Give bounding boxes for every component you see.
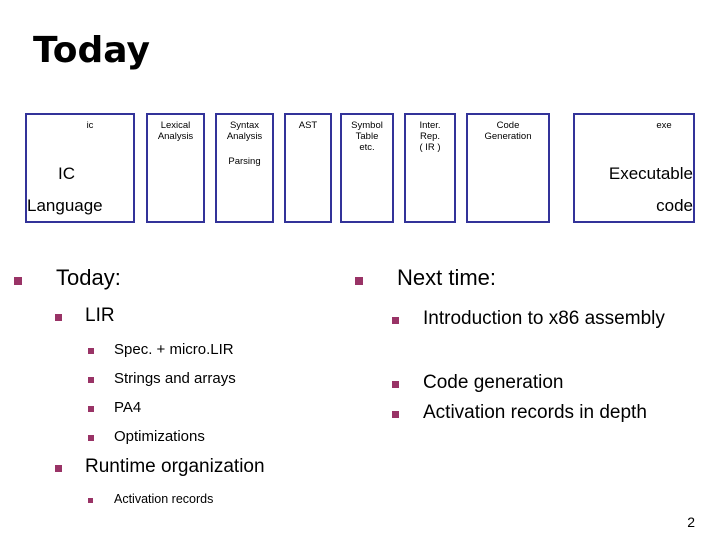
square-bullet-icon	[88, 377, 94, 383]
diagram-label-exe: exe	[656, 120, 672, 131]
left-sub1-item-text: Strings and arrays	[114, 370, 236, 387]
bullet-marker	[88, 406, 114, 412]
left-sub1-item-text: Spec. + micro.LIR	[114, 341, 234, 358]
right-heading-text: Next time:	[397, 265, 497, 290]
left-sub1-text: LIR	[85, 305, 115, 326]
right-item-text: Code generation	[423, 372, 564, 393]
right-item-0: Introduction to x86 assembly	[392, 308, 702, 330]
left-sub2-text: Runtime organization	[85, 456, 265, 477]
left-heading-text: Today:	[56, 265, 121, 290]
diagram-label-lexical-analysis: Lexical Analysis	[157, 120, 194, 142]
bullet-marker	[14, 277, 56, 285]
left-sub1-item-0: Spec. + micro.LIR	[88, 341, 368, 358]
diagram-text-ic: IC	[58, 164, 75, 183]
square-bullet-icon	[392, 317, 399, 324]
bullet-marker	[88, 435, 114, 441]
bullet-marker	[392, 411, 423, 418]
bullet-marker	[392, 381, 423, 388]
square-bullet-icon	[88, 498, 93, 503]
left-sub2-item-text: Activation records	[114, 492, 214, 506]
bullet-marker	[55, 465, 85, 472]
square-bullet-icon	[88, 435, 94, 441]
bullet-marker	[392, 317, 423, 324]
square-bullet-icon	[88, 348, 94, 354]
right-heading-row: Next time:	[355, 265, 685, 291]
diagram-label-source: ic	[86, 120, 94, 131]
left-sub1-item-2: PA4	[88, 399, 368, 416]
right-item-2: Activation records in depth	[392, 402, 702, 424]
left-sub1-row: LIR	[55, 305, 335, 327]
right-item-1: Code generation	[392, 372, 702, 394]
left-sub1-item-text: PA4	[114, 399, 142, 416]
right-item-text: Activation records in depth	[423, 402, 647, 423]
diagram-label-code-generation: Code Generation	[484, 120, 532, 142]
square-bullet-icon	[55, 314, 62, 321]
square-bullet-icon	[88, 406, 94, 412]
page-title: Today	[33, 30, 150, 71]
left-sub1-item-1: Strings and arrays	[88, 370, 368, 387]
diagram-label-syntax-analysis: Syntax Analysis	[226, 120, 263, 142]
diagram-label-intermediate-rep: Inter. Rep. ( IR )	[419, 120, 441, 153]
left-heading-row: Today:	[14, 265, 314, 291]
diagram-text-code: code	[656, 196, 693, 215]
slide: Today ic IC Language Lexical Analysis Sy…	[0, 0, 720, 540]
compiler-pipeline-diagram: ic IC Language Lexical Analysis Syntax A…	[0, 108, 720, 228]
left-sub1-item-3: Optimizations	[88, 428, 368, 445]
diagram-label-parsing: Parsing	[228, 156, 261, 167]
bullet-marker	[88, 348, 114, 354]
square-bullet-icon	[392, 381, 399, 388]
page-number: 2	[687, 514, 695, 530]
bullet-marker	[355, 277, 397, 285]
square-bullet-icon	[14, 277, 22, 285]
diagram-text-language: Language	[27, 196, 103, 215]
left-sub2-row: Runtime organization	[55, 456, 355, 478]
left-sub2-item-0: Activation records	[88, 492, 368, 506]
diagram-label-ast: AST	[298, 120, 318, 131]
bullet-marker	[55, 314, 85, 321]
bullet-marker	[88, 498, 114, 503]
square-bullet-icon	[55, 465, 62, 472]
bullet-marker	[88, 377, 114, 383]
left-sub1-item-text: Optimizations	[114, 428, 205, 445]
square-bullet-icon	[355, 277, 363, 285]
diagram-text-executable: Executable	[608, 164, 693, 183]
diagram-label-symbol-table: Symbol Table etc.	[351, 120, 383, 153]
right-item-text: Introduction to x86 assembly	[423, 308, 665, 329]
square-bullet-icon	[392, 411, 399, 418]
